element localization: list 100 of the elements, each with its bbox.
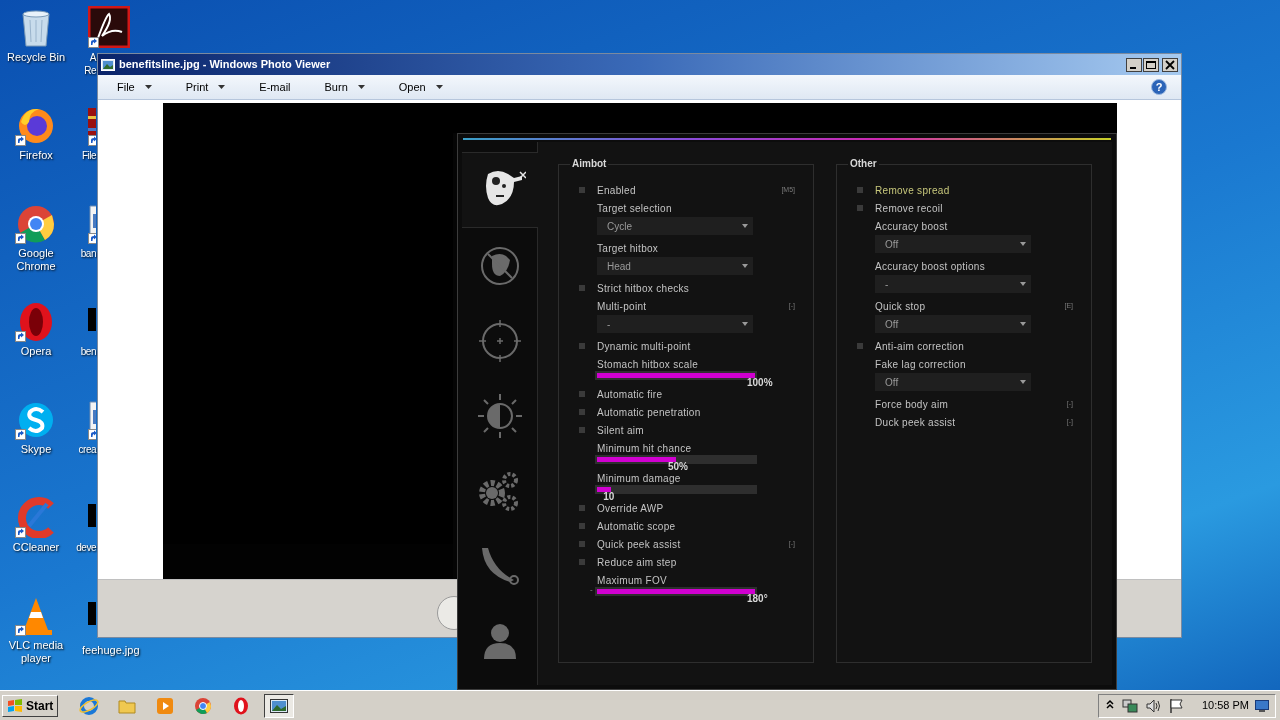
option-label: Override AWP xyxy=(597,501,664,516)
checkbox[interactable] xyxy=(857,205,863,211)
dropdown[interactable]: Off xyxy=(875,315,1031,333)
icon-label[interactable]: Google Chrome xyxy=(16,247,56,273)
checkbox[interactable] xyxy=(579,285,585,291)
ring-logo-icon xyxy=(193,695,214,716)
option-label: Automatic scope xyxy=(597,519,676,534)
document-icon[interactable] xyxy=(88,398,96,429)
option-label: Reduce aim step xyxy=(597,555,677,570)
icon-label[interactable]: crea xyxy=(78,443,96,456)
caret-icon xyxy=(742,264,748,268)
option-label: Maximum FOV xyxy=(597,573,667,588)
window-title: benefitsline.jpg - Windows Photo Viewer xyxy=(119,57,332,73)
menu-button[interactable]: File xyxy=(112,77,157,97)
menu-button[interactable]: Open xyxy=(393,77,448,97)
menu-button[interactable]: Burn xyxy=(319,77,370,97)
document-icon[interactable] xyxy=(88,202,96,233)
icon-label[interactable]: Opera xyxy=(20,345,52,358)
taskbar-button[interactable] xyxy=(264,693,295,718)
group-title: Other xyxy=(848,158,879,170)
globe-e-icon xyxy=(79,695,100,716)
slider-value: 50% xyxy=(668,461,688,472)
option-label: Enabled xyxy=(597,183,636,198)
dropdown[interactable]: Off xyxy=(875,235,1031,253)
clock-time: 10:58 PM xyxy=(1201,698,1249,714)
dropdown[interactable]: Cycle xyxy=(597,217,753,235)
checkbox[interactable] xyxy=(579,391,585,397)
sidebar-tab[interactable] xyxy=(462,153,538,228)
option-label: Quick peek assist xyxy=(597,537,681,552)
option-label: Silent aim xyxy=(597,423,644,438)
minimize-button[interactable] xyxy=(1126,57,1142,72)
option-label: Quick stop xyxy=(875,299,926,314)
checkbox[interactable] xyxy=(579,343,585,349)
help-button[interactable]: ? xyxy=(1151,79,1167,95)
group-title: Aimbot xyxy=(570,158,609,170)
icon-label[interactable]: Recycle Bin xyxy=(6,51,66,64)
dropdown[interactable]: Off xyxy=(875,373,1031,391)
checkbox[interactable] xyxy=(579,505,585,511)
show-desktop-icon[interactable] xyxy=(1255,699,1269,712)
caret-icon xyxy=(1020,322,1026,326)
caret-icon xyxy=(742,322,748,326)
close-button[interactable] xyxy=(1162,57,1178,72)
icon-label[interactable]: CCleaner xyxy=(12,541,60,554)
windows-flag-icon xyxy=(7,698,23,713)
checkbox[interactable] xyxy=(579,541,585,547)
network-icon[interactable] xyxy=(1121,697,1138,714)
speaker-icon[interactable] xyxy=(1144,697,1161,714)
photo-viewer-icon xyxy=(101,58,115,71)
slider-value: 10 xyxy=(603,491,615,502)
option-label: Automatic fire xyxy=(597,387,663,402)
slider-value: 100% xyxy=(747,377,773,388)
icon-label[interactable]: deve xyxy=(76,541,96,554)
slider-track[interactable] xyxy=(595,455,757,464)
option-label: Accuracy boost xyxy=(875,219,948,234)
option-label: Target selection xyxy=(597,201,672,216)
checkbox[interactable] xyxy=(579,559,585,565)
icon-label[interactable]: Firefox xyxy=(19,149,53,162)
dropdown[interactable]: - xyxy=(597,315,753,333)
option-label: Multi-point xyxy=(597,299,647,314)
brush-c-icon[interactable] xyxy=(15,496,57,538)
caret-icon xyxy=(1020,380,1026,384)
checkbox[interactable] xyxy=(857,343,863,349)
swirl-tile-icon[interactable] xyxy=(88,6,130,48)
option-label: Target hitbox xyxy=(597,241,659,256)
option-label: Duck peek assist xyxy=(875,415,956,430)
minus-mark: - xyxy=(590,584,593,596)
slider-value: 180° xyxy=(747,593,768,604)
checkbox[interactable] xyxy=(579,523,585,529)
flag-icon[interactable] xyxy=(1167,697,1184,714)
caret-icon xyxy=(1020,242,1026,246)
menu-button[interactable]: E-mail xyxy=(254,77,296,97)
icon-label[interactable]: ben xyxy=(80,345,96,358)
icon-label[interactable]: A Re xyxy=(84,51,96,77)
slider-track[interactable] xyxy=(595,485,757,494)
dropdown[interactable]: Head xyxy=(597,257,753,275)
option-label: Minimum damage xyxy=(597,471,681,486)
option-label: Strict hitbox checks xyxy=(597,281,690,296)
maximize-button[interactable] xyxy=(1143,57,1159,72)
checkbox[interactable] xyxy=(857,187,863,193)
option-label: Remove spread xyxy=(875,183,950,198)
option-label: Minimum hit chance xyxy=(597,441,692,456)
option-label: Anti-aim correction xyxy=(875,339,965,354)
option-label: Remove recoil xyxy=(875,201,943,216)
checkbox[interactable] xyxy=(579,409,585,415)
icon-label[interactable]: File xyxy=(81,149,96,162)
icon-label[interactable]: VLC media player xyxy=(8,639,64,665)
icon-label[interactable]: Skype xyxy=(20,443,52,456)
option-label: Dynamic multi-point xyxy=(597,339,691,354)
icon-label[interactable]: feehuge.jpg xyxy=(82,644,140,657)
icon-label[interactable]: ban xyxy=(80,247,96,260)
start-button[interactable]: Start xyxy=(2,694,59,717)
option-label: Accuracy boost options xyxy=(875,259,985,274)
option-label: Stomach hitbox scale xyxy=(597,357,699,372)
checkbox[interactable] xyxy=(579,187,585,193)
checkbox[interactable] xyxy=(579,427,585,433)
play-tile-icon xyxy=(155,695,176,716)
dropdown[interactable]: - xyxy=(875,275,1031,293)
menu-button[interactable]: Print xyxy=(180,77,231,97)
option-label: Fake lag correction xyxy=(875,357,966,372)
caret-icon xyxy=(1020,282,1026,286)
